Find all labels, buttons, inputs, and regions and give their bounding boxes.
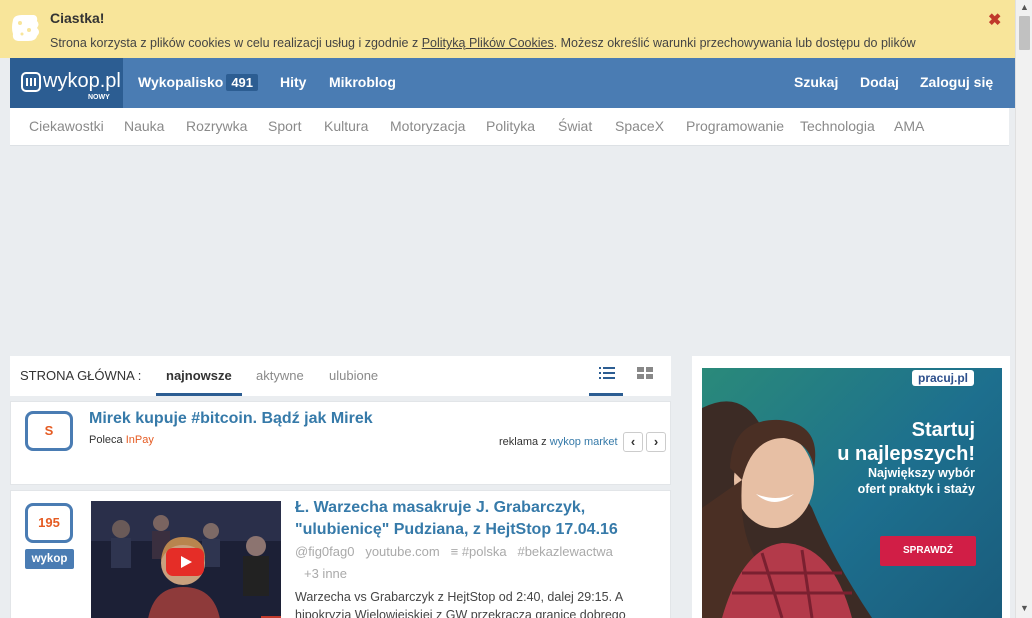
category-rozrywka[interactable]: Rozrywka xyxy=(186,118,247,134)
entry-thumbnail[interactable] xyxy=(91,501,281,618)
cookie-close-button[interactable]: ✖ xyxy=(988,10,1001,30)
sidebar-ad[interactable]: pracuj.pl Startuj u najlepszych! Najwięks… xyxy=(702,368,1002,618)
wykopalisko-count-badge: 491 xyxy=(226,74,259,91)
top-navbar: wykop.pl NOWY Wykopalisko 491 Hity Mikrob… xyxy=(10,58,1015,108)
ad-brand-logo: pracuj.pl xyxy=(912,370,975,386)
active-view-underline xyxy=(589,393,623,396)
cookie-icon xyxy=(12,15,39,41)
logo-icon xyxy=(21,72,41,92)
site-logo[interactable]: wykop.pl NOWY xyxy=(10,58,123,108)
category-programowanie[interactable]: Programowanie xyxy=(686,118,784,134)
category-bar: Ciekawostki Nauka Rozrywka Sport Kultura… xyxy=(10,108,1009,146)
play-icon[interactable] xyxy=(166,548,204,576)
promo-title[interactable]: Mirek kupuje #bitcoin. Bądź jak Mirek xyxy=(89,408,373,430)
search-link[interactable]: Szukaj xyxy=(794,74,838,90)
tab-ulubione[interactable]: ulubione xyxy=(329,368,378,383)
category-technologia[interactable]: Technologia xyxy=(800,118,875,134)
entry-tag-bekazlewactwa[interactable]: #bekazlewactwa xyxy=(517,544,612,559)
wykop-market-link[interactable]: wykop market xyxy=(550,436,618,448)
promo-poleca: Poleca InPay xyxy=(89,434,154,446)
listing-tabs: STRONA GŁÓWNA : najnowsze aktywne ulubio… xyxy=(10,356,671,396)
cookie-banner: Ciastka! Strona korzysta z plików cookie… xyxy=(0,0,1015,58)
category-kultura[interactable]: Kultura xyxy=(324,118,368,134)
entry-domain[interactable]: youtube.com xyxy=(365,544,439,559)
active-tab-underline xyxy=(156,393,242,396)
scroll-up-icon[interactable]: ▲ xyxy=(1020,2,1029,12)
category-nauka[interactable]: Nauka xyxy=(124,118,164,134)
promo-next-button[interactable]: › xyxy=(646,432,666,452)
ad-cta-button[interactable]: SPRAWDŹ xyxy=(880,536,976,566)
category-swiat[interactable]: Świat xyxy=(558,118,592,134)
entry-vote-count: 195 xyxy=(25,503,73,543)
scroll-down-icon[interactable]: ▼ xyxy=(1020,603,1029,613)
category-sport[interactable]: Sport xyxy=(268,118,301,134)
login-link[interactable]: Zaloguj się xyxy=(920,74,993,90)
cookie-title: Ciastka! xyxy=(50,10,105,26)
nav-mikroblog[interactable]: Mikroblog xyxy=(329,74,396,90)
tab-aktywne[interactable]: aktywne xyxy=(256,368,304,383)
ad-headline: Startuj u najlepszych! xyxy=(837,419,975,465)
promo-prev-button[interactable]: ‹ xyxy=(623,432,643,452)
add-link[interactable]: Dodaj xyxy=(860,74,899,90)
logo-text: wykop.pl xyxy=(43,70,121,92)
promoted-entry: S Mirek kupuje #bitcoin. Bądź jak Mirek … xyxy=(10,401,671,485)
entry-meta: @fig0fag0 youtube.com ≡ #polska #bekazle… xyxy=(295,544,613,559)
wykop-button[interactable]: wykop xyxy=(25,549,74,569)
entry-author[interactable]: @fig0fag0 xyxy=(295,544,354,559)
category-motoryzacja[interactable]: Motoryzacja xyxy=(390,118,465,134)
nav-wykopalisko[interactable]: Wykopalisko 491 xyxy=(138,74,259,91)
cookie-text: Strona korzysta z plików cookies w celu … xyxy=(50,36,916,50)
ad-subheadline: Największy wybór ofert praktyk i staży xyxy=(857,466,975,496)
scrollbar-thumb[interactable] xyxy=(1019,16,1030,50)
list-view-icon[interactable] xyxy=(599,366,615,380)
category-ama[interactable]: AMA xyxy=(894,118,924,134)
page-section-label: STRONA GŁÓWNA : xyxy=(20,368,142,383)
tab-najnowsze[interactable]: najnowsze xyxy=(166,368,232,383)
entry-description: Warzecha vs Grabarczyk z HejtStop od 2:4… xyxy=(295,590,626,618)
tags-icon: ≡ xyxy=(450,544,459,559)
entry-more-tags[interactable]: +3 inne xyxy=(304,566,347,581)
cookie-policy-link[interactable]: Polityką Plików Cookies xyxy=(422,36,554,50)
sidebar: pracuj.pl Startuj u najlepszych! Najwięks… xyxy=(692,356,1010,618)
link-entry: 195 wykop Ł. Warzecha masakruje J. Graba… xyxy=(10,490,671,618)
logo-sub: NOWY xyxy=(88,94,110,101)
page-scrollbar[interactable]: ▲ ▼ xyxy=(1015,0,1032,618)
category-ciekawostki[interactable]: Ciekawostki xyxy=(29,118,104,134)
category-spacex[interactable]: SpaceX xyxy=(615,118,664,134)
category-polityka[interactable]: Polityka xyxy=(486,118,535,134)
promo-ad-label: reklama z wykop market xyxy=(499,436,618,448)
promo-poleca-link[interactable]: InPay xyxy=(126,434,154,446)
entry-tag-polska[interactable]: #polska xyxy=(462,544,507,559)
grid-view-icon[interactable] xyxy=(637,366,653,380)
promo-vote-box[interactable]: S xyxy=(25,411,73,451)
entry-title[interactable]: Ł. Warzecha masakruje J. Grabarczyk, "ul… xyxy=(295,497,635,541)
nav-hity[interactable]: Hity xyxy=(280,74,306,90)
